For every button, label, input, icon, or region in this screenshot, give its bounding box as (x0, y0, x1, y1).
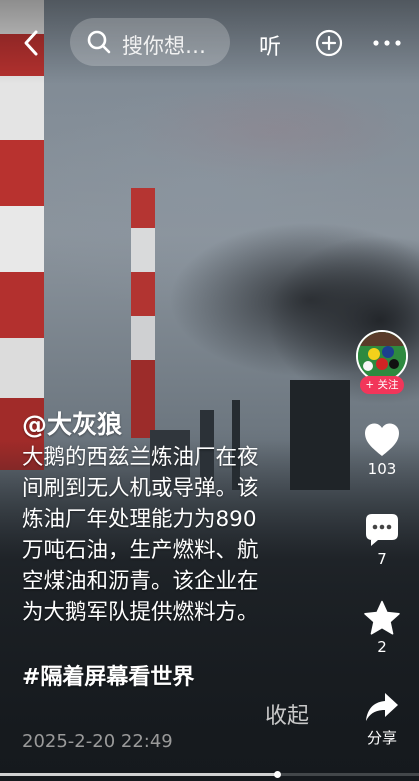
chevron-left-icon (24, 30, 38, 56)
caption-line: 炼油厂年处理能力为890 (22, 507, 257, 532)
follow-button[interactable]: + 关注 (360, 376, 404, 394)
search-placeholder: 搜你想… (122, 34, 206, 58)
star-icon (364, 600, 400, 635)
author-handle[interactable]: @大灰狼 (22, 405, 122, 441)
avatar-image (358, 332, 406, 380)
playback-progress-bar[interactable] (0, 771, 419, 778)
collapse-button[interactable]: 收起 (265, 698, 309, 730)
comment-button[interactable]: 7 (355, 512, 409, 568)
more-icon[interactable] (372, 33, 402, 53)
like-button[interactable]: 103 (355, 422, 409, 478)
search-icon (87, 30, 111, 54)
caption-text: 大鹅的西兹兰炼油厂在夜 间刷到无人机或导弹。该 炼油厂年处理能力为890 万吨石… (22, 442, 322, 628)
top-bar: 搜你想… 听 (0, 0, 419, 84)
caption-line: 万吨石油，生产燃料、航 (22, 538, 259, 563)
caption-line: 空煤油和沥青。该企业在 (22, 569, 259, 594)
share-icon (366, 693, 398, 721)
like-count: 103 (367, 460, 397, 478)
progress-fill (0, 773, 277, 776)
caption-line: 为大鹅军队提供燃料方。 (22, 600, 259, 625)
chimney-middle (131, 188, 155, 438)
post-datetime: 2025-2-20 22:49 (22, 731, 173, 752)
progress-knob[interactable] (273, 771, 281, 778)
caption-line: 间刷到无人机或导弹。该 (22, 476, 259, 501)
caption-line: 大鹅的西兹兰炼油厂在夜 (22, 445, 259, 470)
favorite-button[interactable]: 2 (355, 600, 409, 656)
share-label: 分享 (366, 729, 397, 747)
share-button[interactable]: 分享 (355, 691, 409, 748)
comment-count: 7 (377, 550, 387, 568)
back-button[interactable] (16, 28, 46, 58)
favorite-count: 2 (377, 638, 387, 656)
author-avatar-group[interactable]: + 关注 (355, 330, 409, 396)
plus-circle-icon[interactable] (315, 29, 343, 57)
avatar[interactable] (356, 330, 408, 382)
comment-icon (366, 514, 398, 546)
listen-button[interactable]: 听 (259, 29, 281, 61)
hashtag-link[interactable]: #隔着屏幕看世界 (22, 659, 194, 691)
heart-icon (365, 423, 399, 456)
search-box[interactable]: 搜你想… (70, 18, 230, 66)
